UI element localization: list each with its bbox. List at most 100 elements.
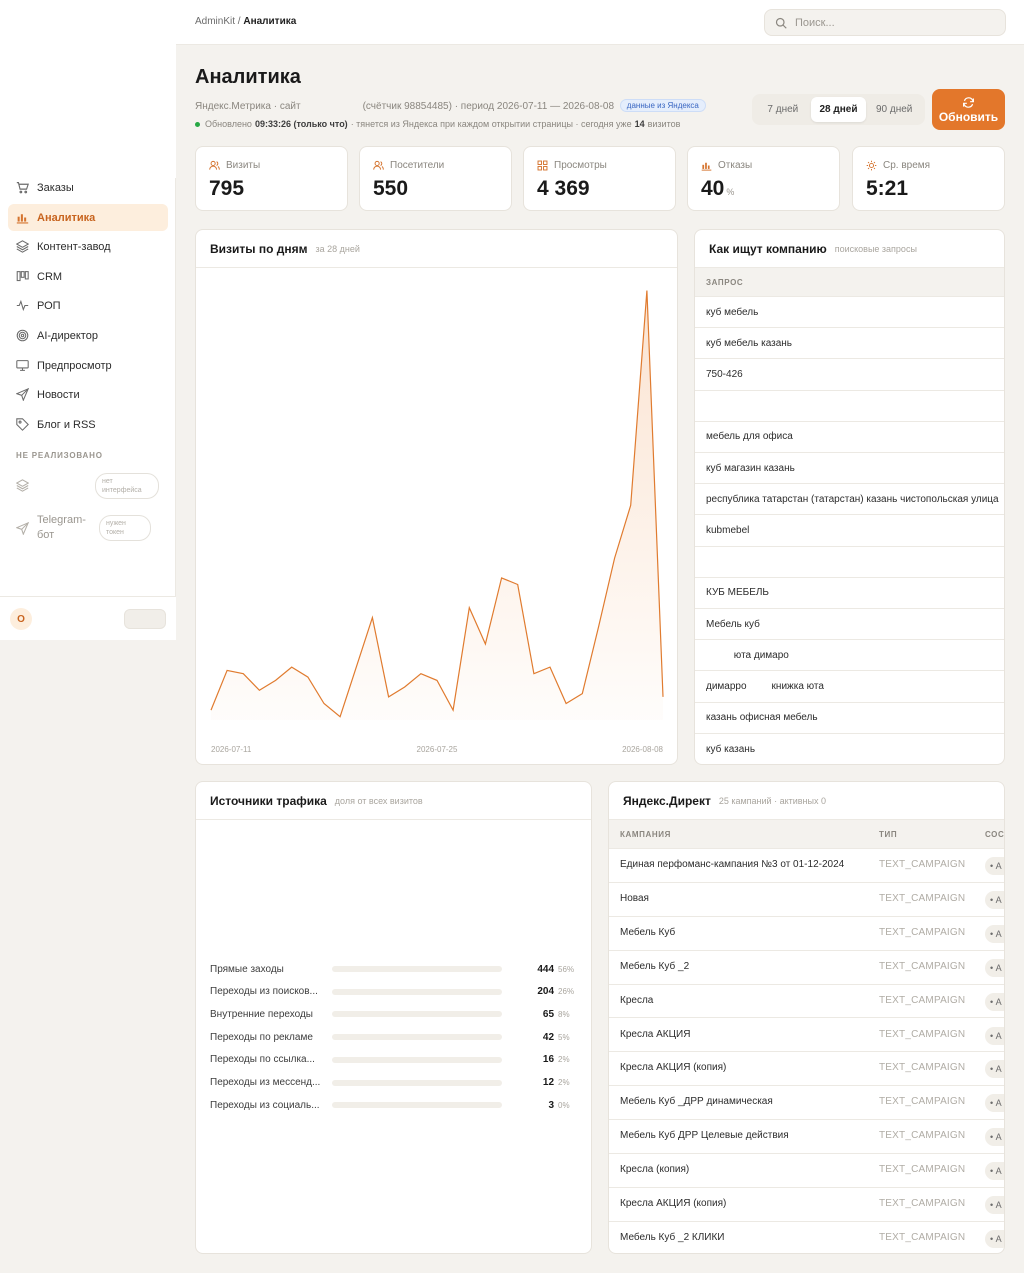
source-value: 3 — [548, 1099, 555, 1111]
refresh-label: Обновить — [938, 109, 999, 124]
traffic-source-row: Внутренние переходы 65 8% — [210, 1007, 580, 1021]
status-badge: • А — [985, 890, 1004, 909]
topbar: AdminKit / Аналитика Поиск... — [176, 0, 1024, 45]
source-bar — [331, 1056, 503, 1063]
source-value: 12 — [542, 1077, 555, 1088]
campaign-name: Мебель Куб _ДРР динамическая — [620, 1096, 773, 1108]
query-row — [695, 547, 1004, 578]
kanban-icon — [16, 270, 29, 283]
campaign-row[interactable]: Мебель Куб _2 TEXT_CAMPAIGN • А — [609, 951, 1004, 985]
campaign-type: TEXT_CAMPAIGN — [879, 994, 966, 1006]
source-percent: 2% — [558, 1055, 570, 1065]
traffic-source-row: Переходы из социаль... 3 0% — [210, 1098, 580, 1112]
campaign-row[interactable]: Мебель Куб _2 КЛИКИ TEXT_CAMPAIGN • А — [609, 1222, 1004, 1253]
source-percent: 5% — [558, 1032, 570, 1042]
status-badge: • А — [985, 1229, 1004, 1248]
campaign-type: TEXT_CAMPAIGN — [879, 1198, 966, 1209]
source-name: Переходы по ссылка... — [210, 1054, 315, 1066]
source-value: 444 — [537, 963, 555, 975]
sidebar-item-label: CRM — [37, 270, 63, 283]
campaign-table-header: КАМПАНИЯ ТИП СОСТ — [609, 820, 1004, 849]
range-90-days[interactable]: 90 дней — [866, 97, 922, 122]
traffic-source-row: Прямые заходы 444 56% — [210, 962, 580, 976]
sidebar-item-news[interactable]: Новости — [8, 381, 168, 408]
campaign-row[interactable]: Мебель Куб TEXT_CAMPAIGN • А — [609, 917, 1004, 951]
campaign-name: Новая — [620, 892, 649, 904]
query-row: юта димаро — [695, 640, 1004, 672]
card-subtitle: поисковые запросы — [834, 243, 917, 254]
sidebar-item-label: AI-директор — [37, 329, 98, 342]
search-input[interactable]: Поиск... — [764, 9, 1006, 36]
sidebar-item-analytics[interactable]: Аналитика — [8, 204, 168, 231]
card-subtitle: за 28 дней — [315, 243, 360, 254]
sidebar-item-label: Заказы — [37, 181, 74, 194]
update-status: Обновлено 09:33:26 (только что) · тянетс… — [195, 119, 680, 129]
query-row: мебель для офиса — [695, 422, 1004, 453]
sidebar-section-label: НЕ РЕАЛИЗОВАНО — [16, 451, 103, 460]
range-28-days[interactable]: 28 дней — [810, 97, 867, 122]
source-value: 42 — [542, 1031, 555, 1043]
card-header: Как ищут компанию поисковые запросы — [695, 230, 1004, 268]
sidebar-item-preview[interactable]: Предпросмотр — [8, 352, 168, 379]
avatar[interactable]: О — [10, 608, 32, 630]
traffic-source-row: Переходы из поисков... 204 26% — [210, 985, 580, 999]
source-bar — [331, 1011, 503, 1018]
sidebar-item-orders[interactable]: Заказы — [8, 174, 168, 201]
breadcrumb-root[interactable]: AdminKit — [195, 16, 235, 27]
sidebar-item-blog-rss[interactable]: Блог и RSS — [8, 411, 168, 438]
source-name: Прямые заходы — [210, 963, 284, 975]
campaign-row[interactable]: Кресла АКЦИЯ (копия) TEXT_CAMPAIGN • А — [609, 1188, 1004, 1222]
visits-chart: 2026-07-11 2026-07-25 2026-08-08 — [210, 290, 664, 754]
campaign-type: TEXT_CAMPAIGN — [879, 859, 966, 870]
campaign-row[interactable]: Кресла АКЦИЯ TEXT_CAMPAIGN • А — [609, 1019, 1004, 1053]
bar-chart-icon — [16, 211, 29, 224]
x-tick-label: 2026-08-08 — [622, 745, 663, 754]
sidebar-item-label: Новости — [37, 388, 80, 401]
activity-icon — [16, 299, 29, 312]
source-percent: 26% — [558, 987, 575, 997]
monitor-icon — [16, 359, 29, 372]
source-value: 204 — [537, 986, 555, 998]
column-header-status: СОСТ — [985, 830, 1005, 839]
campaign-row[interactable]: Единая перфоманс-кампания №3 от 01-12-20… — [609, 849, 1004, 883]
campaign-name: Кресла АКЦИЯ (копия) — [620, 1198, 727, 1209]
range-7-days[interactable]: 7 дней — [755, 97, 811, 122]
campaign-row[interactable]: Кресла (копия) TEXT_CAMPAIGN • А — [609, 1154, 1004, 1188]
source-bar — [331, 1034, 503, 1041]
campaign-row[interactable]: Кресла TEXT_CAMPAIGN • А — [609, 985, 1004, 1019]
search-icon — [775, 17, 787, 29]
page-title: Аналитика — [195, 66, 301, 88]
refresh-icon — [962, 96, 975, 109]
updated-prefix: Обновлено — [205, 119, 252, 129]
sidebar-item-content-factory[interactable]: Контент-завод — [8, 233, 168, 260]
traffic-sources-card: Источники трафика доля от всех визитов П… — [195, 781, 592, 1254]
query-row: республика татарстан (татарстан) казань … — [695, 484, 1004, 516]
kpi-unit: % — [726, 187, 735, 197]
source-value: 65 — [542, 1008, 555, 1020]
sidebar-item-label: Предпросмотр — [37, 359, 112, 372]
status-badge: • А — [985, 958, 1004, 977]
campaign-row[interactable]: Новая TEXT_CAMPAIGN • А — [609, 883, 1004, 917]
status-badge: • А — [985, 1196, 1004, 1214]
sidebar-item-crm[interactable]: CRM — [8, 263, 168, 290]
kpi-pageviews: Просмотры 4 369 — [523, 146, 676, 211]
sidebar-item-rop[interactable]: РОП — [8, 292, 168, 319]
campaign-name: Единая перфоманс-кампания №3 от 01-12-20… — [620, 859, 845, 870]
kpi-visitors: Посетители 550 — [359, 146, 512, 211]
sidebar-item-ai-director[interactable]: AI-директор — [8, 322, 168, 349]
refresh-button[interactable]: Обновить — [932, 89, 1005, 130]
metrika-source: Яндекс.Метрика · сайт — [195, 101, 301, 112]
logout-button[interactable] — [124, 609, 166, 629]
period-selector: 7 дней 28 дней 90 дней — [752, 94, 925, 125]
campaign-type: TEXT_CAMPAIGN — [879, 1164, 966, 1176]
kpi-label: Ср. время — [883, 160, 931, 171]
card-header: Источники трафика доля от всех визитов — [196, 782, 591, 820]
x-tick-label: 2026-07-25 — [417, 745, 458, 754]
cart-icon — [16, 181, 29, 194]
kpi-label: Посетители — [390, 160, 445, 171]
campaign-row[interactable]: Кресла АКЦИЯ (копия) TEXT_CAMPAIGN • А — [609, 1052, 1004, 1087]
campaign-row[interactable]: Мебель Куб ДРР Целевые действия TEXT_CAMP… — [609, 1120, 1004, 1155]
status-badge: • А — [985, 924, 1004, 943]
sidebar-footer: О — [0, 596, 176, 640]
campaign-row[interactable]: Мебель Куб _ДРР динамическая TEXT_CAMPAIG… — [609, 1086, 1004, 1121]
